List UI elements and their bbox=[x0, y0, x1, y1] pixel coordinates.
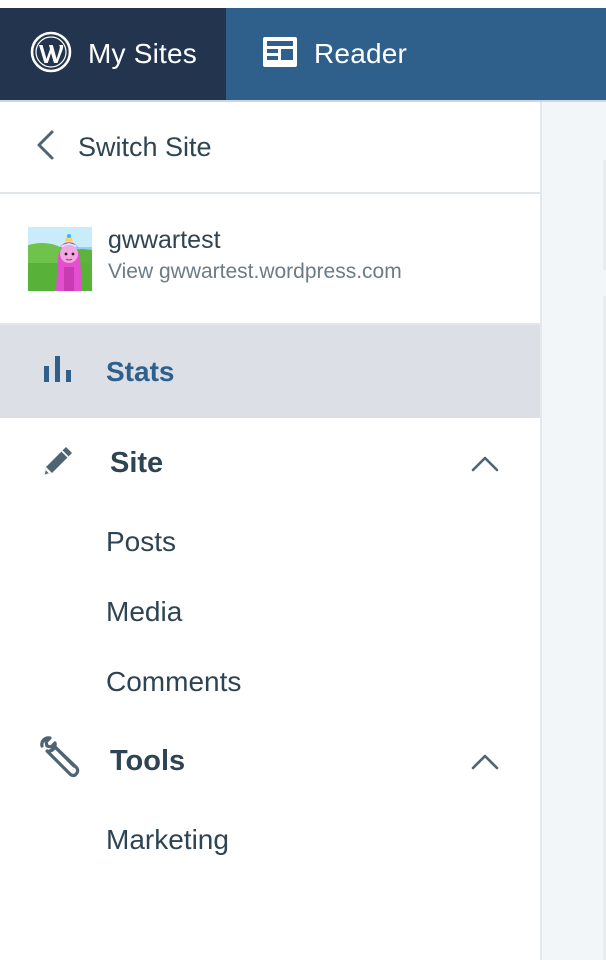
site-info: gwwartest View gwwartest.wordpress.com bbox=[108, 225, 402, 287]
sidebar-item-stats-label: Stats bbox=[106, 355, 175, 387]
tab-reader-label: Reader bbox=[314, 38, 408, 69]
sidebar-section-tools[interactable]: Tools bbox=[0, 716, 540, 806]
sidebar-item-comments[interactable]: Comments bbox=[106, 654, 506, 710]
stats-bar-chart-icon bbox=[42, 354, 74, 389]
sidebar-item-media[interactable]: Media bbox=[106, 584, 506, 640]
reader-icon bbox=[262, 36, 298, 73]
masterbar: My Sites Reader bbox=[0, 0, 606, 100]
switch-site-button[interactable]: Switch Site bbox=[0, 102, 540, 194]
sidebar-item-posts[interactable]: Posts bbox=[106, 514, 506, 570]
pencil-icon bbox=[38, 441, 78, 486]
site-name: gwwartest bbox=[108, 225, 221, 254]
tab-my-sites-label: My Sites bbox=[88, 38, 197, 69]
chevron-up-icon[interactable] bbox=[470, 749, 500, 773]
sidebar-item-stats[interactable]: Stats bbox=[0, 325, 540, 418]
sidebar-section-tools-label: Tools bbox=[110, 744, 186, 777]
chevron-left-icon bbox=[34, 129, 56, 166]
sidebar-section-site-label: Site bbox=[110, 446, 164, 479]
current-site-card[interactable]: gwwartest View gwwartest.wordpress.com bbox=[0, 194, 540, 325]
site-avatar bbox=[16, 226, 104, 291]
sidebar-section-site[interactable]: Site bbox=[0, 418, 540, 508]
top-strip bbox=[0, 0, 606, 8]
sidebar-item-marketing[interactable]: Marketing bbox=[106, 812, 506, 868]
sidebar-border bbox=[540, 102, 542, 960]
sidebar: Switch Site gwwartest View gwwartest.wor… bbox=[0, 102, 540, 960]
wordpress-logo-icon bbox=[30, 31, 72, 78]
tab-reader[interactable]: Reader bbox=[226, 8, 606, 100]
switch-site-label: Switch Site bbox=[78, 131, 212, 162]
site-url-link[interactable]: View gwwartest.wordpress.com bbox=[108, 257, 402, 287]
wrench-icon bbox=[38, 735, 84, 787]
chevron-up-icon[interactable] bbox=[470, 451, 500, 475]
main-content-area bbox=[542, 102, 606, 960]
tab-my-sites[interactable]: My Sites bbox=[0, 8, 226, 100]
page: My Sites Reader Switch Site gwwartest Vi… bbox=[0, 0, 606, 960]
